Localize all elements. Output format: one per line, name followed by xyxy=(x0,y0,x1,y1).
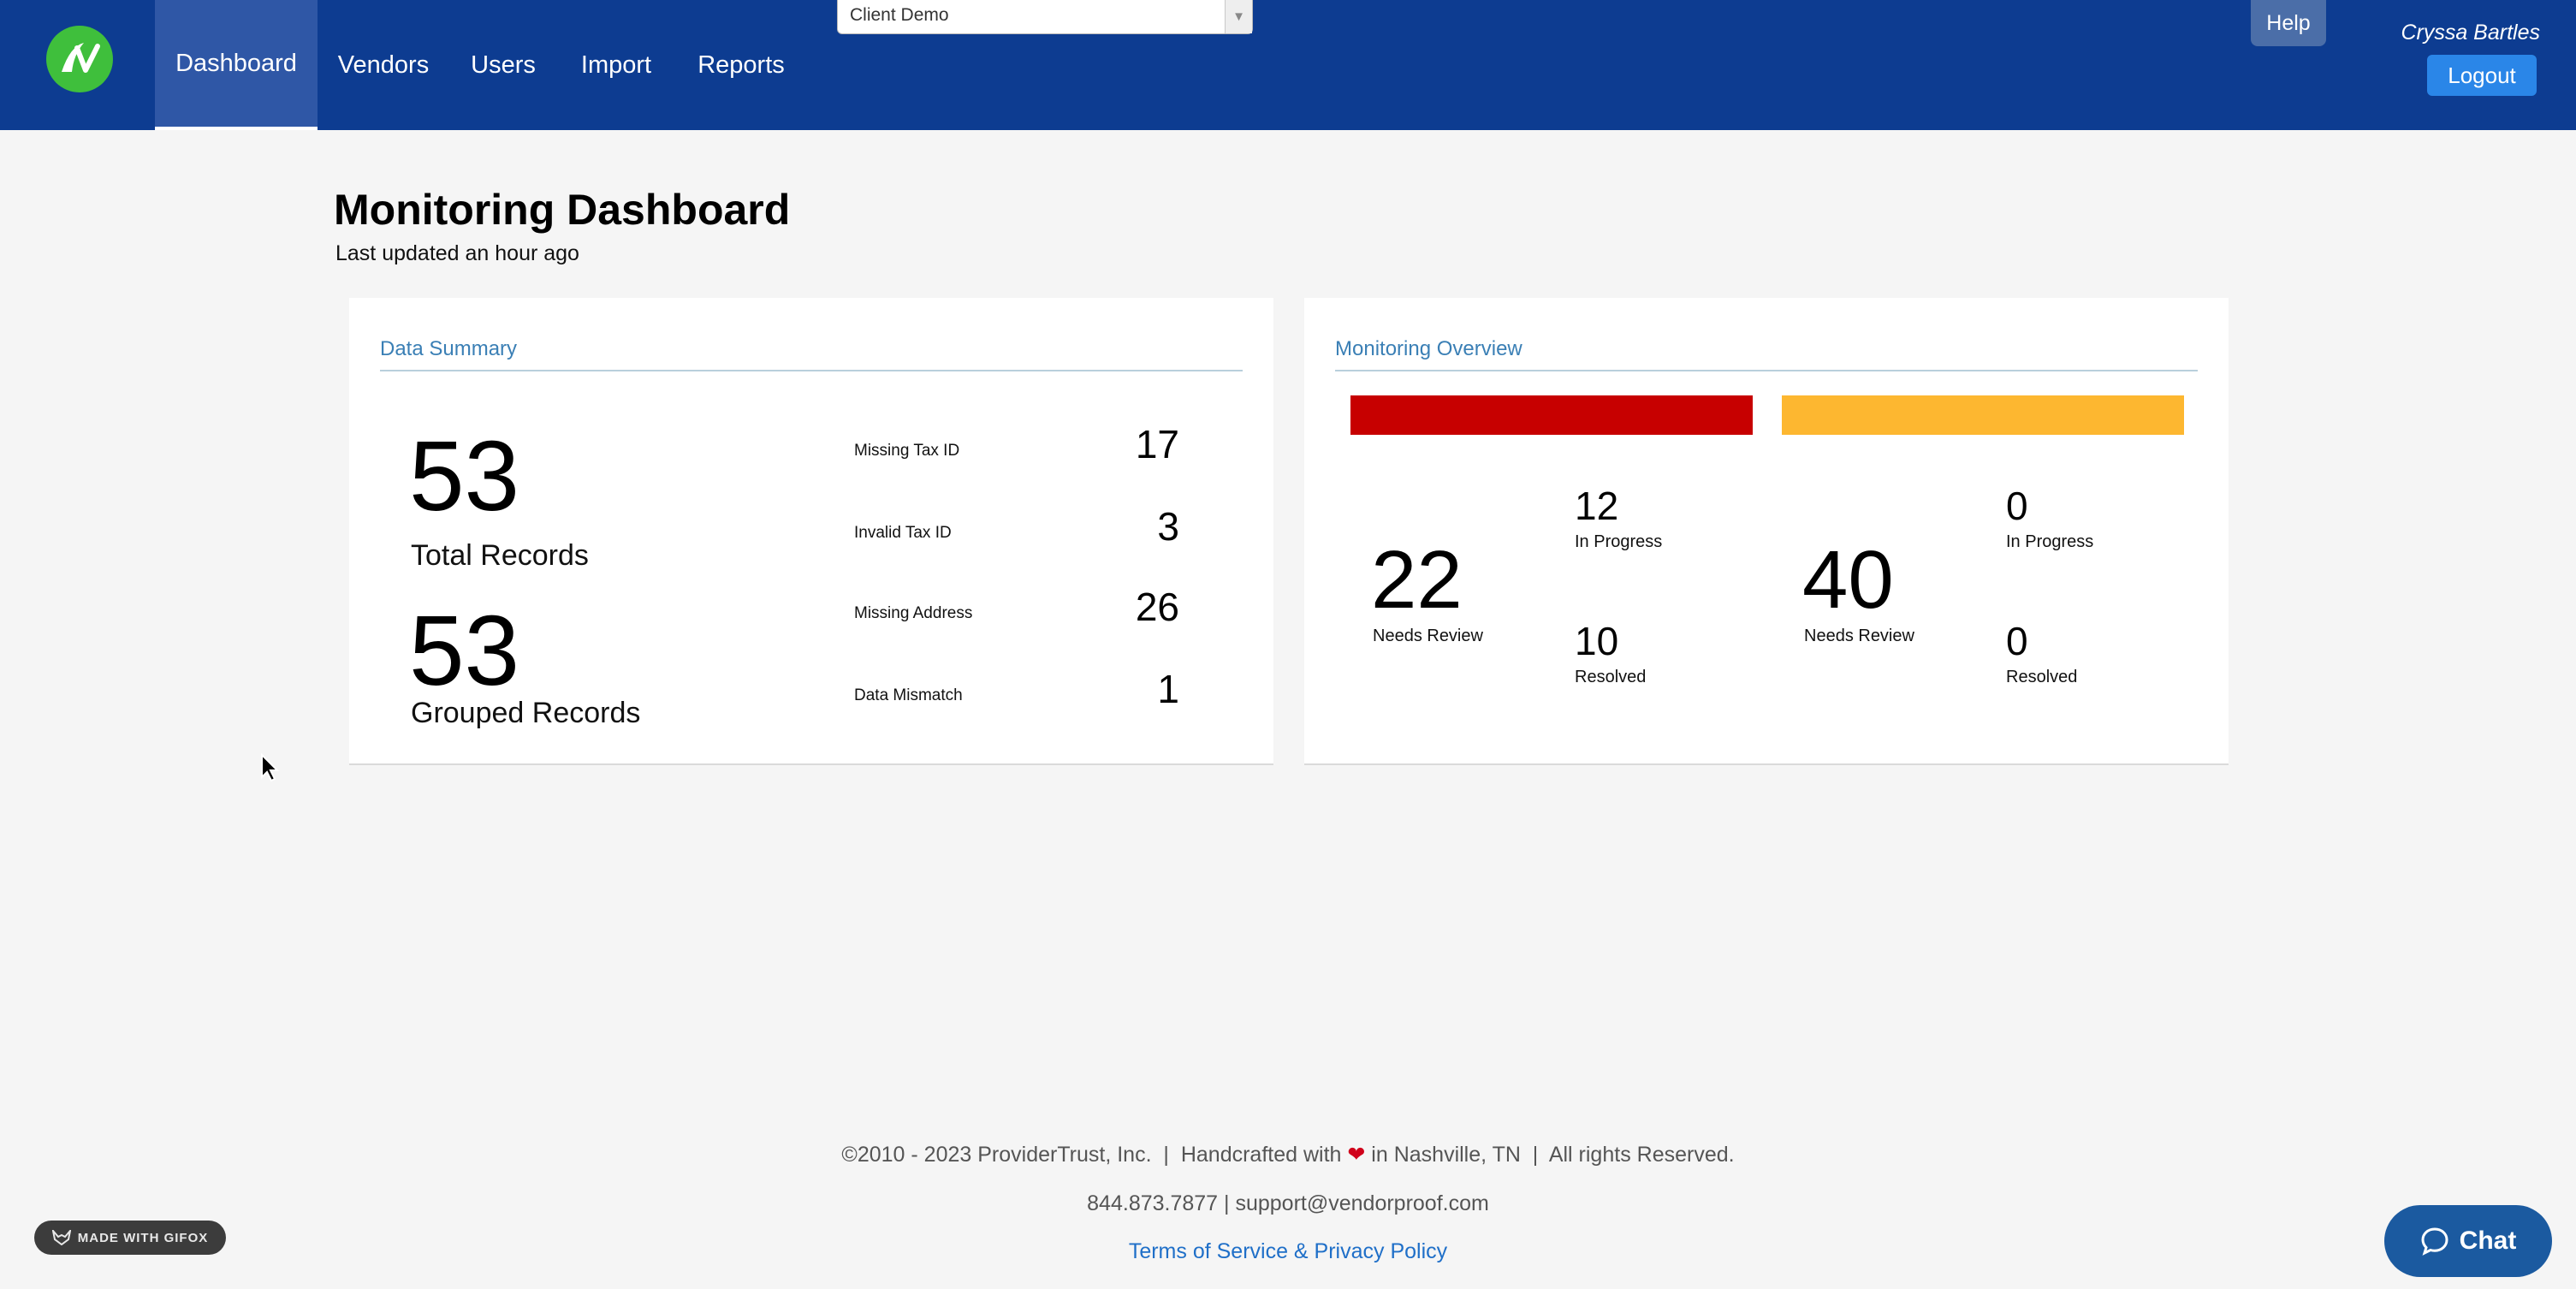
data-summary-card: Data Summary 53 Total Records 53 Grouped… xyxy=(349,298,1273,765)
nav-dashboard-label: Dashboard xyxy=(175,49,297,77)
needs-attention-yellow-bar[interactable] xyxy=(1782,395,2184,435)
group2-resolved-label: Resolved xyxy=(2006,668,2078,686)
heart-icon: ❤ xyxy=(1347,1143,1366,1167)
group1-resolved-value: 10 xyxy=(1575,619,1619,663)
app-logo[interactable] xyxy=(46,26,113,92)
terms-privacy-link[interactable]: Terms of Service & Privacy Policy xyxy=(1129,1239,1447,1263)
nav-dashboard[interactable]: Dashboard xyxy=(155,0,318,130)
nav-import-label: Import xyxy=(580,50,652,79)
client-select-value: Client Demo xyxy=(850,5,949,25)
gifox-badge: MADE WITH GIFOX xyxy=(34,1221,226,1255)
group1-in-progress-label: In Progress xyxy=(1575,532,1663,551)
grouped-records-value: 53 xyxy=(409,595,520,706)
group2-resolved-value: 0 xyxy=(2006,619,2028,663)
logout-label: Logout xyxy=(2448,62,2516,88)
group1-resolved-label: Resolved xyxy=(1575,668,1647,686)
total-records-label: Total Records xyxy=(411,539,589,572)
chat-label: Chat xyxy=(2459,1227,2517,1255)
footer-rights: All rights Reserved. xyxy=(1548,1143,1735,1167)
nav-vendors-label: Vendors xyxy=(337,50,430,79)
nav-users-label: Users xyxy=(471,50,536,79)
group2-in-progress-label: In Progress xyxy=(2006,532,2094,551)
missing-address-label: Missing Address xyxy=(854,604,973,622)
invalid-tax-id-value: 3 xyxy=(1157,504,1179,549)
user-name: Cryssa Bartles xyxy=(2401,21,2540,45)
footer-copyright-line: ©2010 - 2023 ProviderTrust, Inc. | Handc… xyxy=(841,1143,1735,1167)
last-updated: Last updated an hour ago xyxy=(335,241,579,265)
mouse-cursor-icon xyxy=(261,753,280,782)
missing-tax-id-label: Missing Tax ID xyxy=(854,442,960,460)
monitoring-overview-card: Monitoring Overview 22 Needs Review 12 I… xyxy=(1304,298,2229,765)
needs-attention-red-bar[interactable] xyxy=(1350,395,1753,435)
total-records-value: 53 xyxy=(409,420,520,532)
missing-tax-id-value: 17 xyxy=(1135,422,1179,466)
nav-import[interactable]: Import xyxy=(568,0,664,130)
help-label: Help xyxy=(2266,10,2311,35)
missing-address-value: 26 xyxy=(1135,585,1179,629)
footer-contact: 844.873.7877 | support@vendorproof.com xyxy=(1087,1191,1489,1215)
data-mismatch-label: Data Mismatch xyxy=(854,686,963,704)
footer-copyright: ©2010 - 2023 ProviderTrust, Inc. xyxy=(841,1143,1152,1167)
data-mismatch-value: 1 xyxy=(1157,667,1179,711)
group2-in-progress-value: 0 xyxy=(2006,484,2028,528)
footer-location: in Nashville, TN xyxy=(1371,1143,1521,1167)
footer-handcrafted: Handcrafted with xyxy=(1180,1143,1342,1167)
invalid-tax-id-label: Invalid Tax ID xyxy=(854,524,952,542)
group2-needs-review-label: Needs Review xyxy=(1804,627,1914,645)
nav-users[interactable]: Users xyxy=(459,0,548,130)
monitoring-overview-title: Monitoring Overview xyxy=(1335,337,2198,371)
vendorproof-logo-icon xyxy=(62,43,100,73)
data-summary-title: Data Summary xyxy=(380,337,1243,371)
fox-icon xyxy=(51,1230,71,1245)
grouped-records-label: Grouped Records xyxy=(411,697,641,729)
help-button[interactable]: Help xyxy=(2251,0,2326,46)
group1-in-progress-value: 12 xyxy=(1575,484,1619,528)
chevron-down-icon[interactable]: ▼ xyxy=(1225,0,1252,33)
logout-button[interactable]: Logout xyxy=(2427,55,2537,96)
client-select[interactable]: Client Demo ▼ xyxy=(837,0,1253,34)
gifox-label: MADE WITH GIFOX xyxy=(77,1230,209,1245)
group2-needs-review-value: 40 xyxy=(1802,534,1894,626)
nav-reports-label: Reports xyxy=(697,50,785,79)
group1-needs-review-value: 22 xyxy=(1371,534,1463,626)
top-navbar: Dashboard Vendors Users Import Reports C… xyxy=(0,0,2576,130)
footer-terms-row: Terms of Service & Privacy Policy xyxy=(0,1239,2576,1264)
group1-needs-review-label: Needs Review xyxy=(1373,627,1483,645)
nav-vendors[interactable]: Vendors xyxy=(325,0,442,130)
nav-reports[interactable]: Reports xyxy=(685,0,798,130)
page-title: Monitoring Dashboard xyxy=(334,186,791,234)
chat-bubble-icon xyxy=(2421,1227,2448,1256)
chat-button[interactable]: Chat xyxy=(2384,1205,2552,1277)
